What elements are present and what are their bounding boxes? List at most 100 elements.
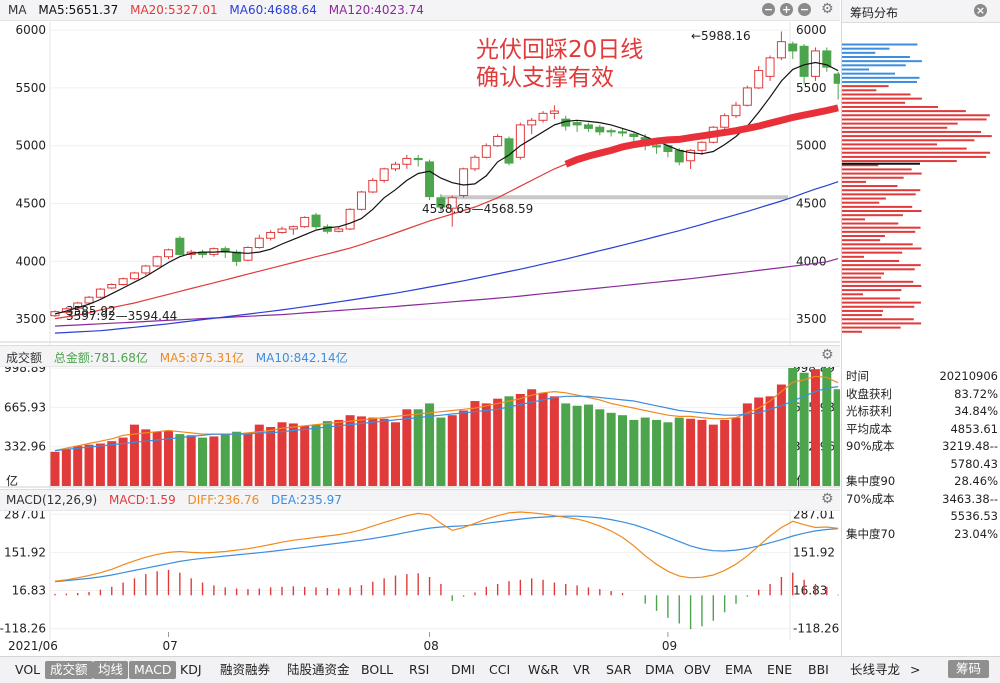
annotation-text: 光伏回踩20日线 确认支撑有效: [476, 36, 643, 92]
candle-body: [425, 161, 435, 198]
volume-bar: [754, 397, 764, 486]
volume-bar: [470, 401, 480, 486]
chip-bar: [842, 185, 898, 188]
tab-5[interactable]: 融资融券: [215, 661, 275, 679]
candle-body: [402, 157, 412, 165]
tab-15[interactable]: OBV: [679, 661, 716, 679]
volume-bar: [515, 393, 525, 486]
volume-bar: [810, 369, 820, 486]
candle-body: [107, 283, 117, 289]
macd-tick-left: -118.26: [0, 622, 46, 636]
tab-20[interactable]: >: [905, 661, 925, 679]
chip-bar: [842, 176, 904, 179]
volume-bar: [538, 392, 548, 486]
candle-body: [481, 145, 491, 158]
tab-9[interactable]: DMI: [446, 661, 480, 679]
volume-bar: [527, 389, 537, 486]
candle-body: [697, 141, 707, 151]
candle-body: [470, 156, 480, 170]
price-tick-right: 5500: [796, 81, 827, 95]
volume-settings-gear-icon[interactable]: ⚙: [821, 347, 834, 363]
candle-body: [334, 228, 344, 232]
macd-settings-gear-icon[interactable]: ⚙: [821, 491, 834, 507]
volume-bar: [50, 451, 60, 486]
price-tick-left: 3500: [15, 312, 46, 326]
candle-body: [618, 131, 627, 134]
tab-14[interactable]: DMA: [640, 661, 679, 679]
chip-bar: [842, 93, 911, 96]
chip-bar: [842, 143, 938, 146]
side-stat-key: 集中度90: [846, 474, 896, 488]
price-tick-right: 4000: [796, 254, 827, 268]
volume-bar: [379, 418, 389, 486]
tab-8[interactable]: RSI: [404, 661, 434, 679]
chip-bar: [842, 230, 916, 233]
chip-bar: [842, 297, 900, 300]
volume-bar: [686, 418, 696, 486]
chip-bar: [842, 110, 966, 113]
candle-body: [720, 115, 730, 128]
side-stat-key: 平均成本: [846, 421, 892, 436]
price-tick-left: 5000: [15, 139, 46, 153]
chip-bar: [842, 322, 922, 325]
chart-area: MA MA5:5651.37 MA20:5327.01 MA60:4688.64…: [0, 0, 840, 656]
diff-value: DIFF:236.76: [187, 493, 260, 507]
ma5-line: [54, 61, 839, 315]
candle-body: [652, 145, 662, 148]
side-stat-row: 集中度90 28.46%: [846, 473, 998, 490]
volume-bar: [186, 435, 196, 486]
side-stat-value: 20210906: [939, 369, 998, 383]
chip-bar: [842, 43, 918, 46]
candle-body: [413, 157, 423, 161]
candle-body: [300, 216, 310, 228]
chip-distribution-chart: [842, 43, 992, 333]
tab-12[interactable]: VR: [568, 661, 595, 679]
tab-6[interactable]: 陆股通资金: [282, 661, 355, 679]
volume-tick-left: 332.96: [4, 440, 46, 454]
volume-bar: [402, 409, 412, 486]
volume-bar: [788, 368, 798, 486]
chip-bar: [842, 151, 991, 154]
tab-3[interactable]: MACD: [129, 661, 177, 679]
tab-17[interactable]: ENE: [762, 661, 797, 679]
candle-body: [629, 133, 639, 137]
candle-body: [266, 231, 276, 239]
tab-2[interactable]: 均线: [93, 661, 129, 679]
tab-11[interactable]: W&R: [523, 661, 564, 679]
chip-tab[interactable]: 筹码: [948, 660, 990, 678]
price-tick-left: 4000: [15, 254, 46, 268]
chip-bar: [842, 172, 922, 175]
chip-bar: [842, 89, 877, 92]
side-close-icon[interactable]: ×: [974, 4, 987, 17]
candle-body: [595, 126, 605, 133]
chip-bar: [842, 280, 914, 283]
chip-bar: [842, 218, 866, 221]
tab-18[interactable]: BBI: [803, 661, 834, 679]
candle-body: [84, 296, 94, 304]
chip-bar: [842, 72, 895, 75]
chip-bar: [842, 80, 917, 83]
side-stat-value: 3463.38--: [942, 491, 998, 506]
chip-distribution-panel: 筹码分布 × 时间 20210906 收盘获利 83.72% 光标获利 34.84% 平均成…: [841, 0, 1000, 656]
tab-7[interactable]: BOLL: [356, 661, 398, 679]
date-label: 09: [662, 639, 677, 653]
chip-bar: [842, 114, 990, 117]
chip-bar: [842, 55, 910, 58]
tab-10[interactable]: CCI: [484, 661, 515, 679]
tab-0[interactable]: VOL: [10, 661, 45, 679]
side-title: 筹码分布: [850, 6, 899, 20]
tab-16[interactable]: EMA: [720, 661, 757, 679]
chip-bar: [842, 118, 987, 121]
chip-bar: [842, 293, 864, 296]
volume-bar: [504, 396, 514, 486]
candle-body: [379, 168, 389, 181]
chip-bar: [842, 147, 967, 150]
side-stat-key: 时间: [846, 369, 869, 383]
tab-19[interactable]: 长线寻龙: [845, 661, 905, 679]
chip-bar: [842, 130, 982, 133]
tab-4[interactable]: KDJ: [175, 661, 207, 679]
candle-body: [754, 70, 764, 89]
tab-1[interactable]: 成交额: [45, 661, 93, 679]
macd-value: MACD:1.59: [108, 493, 176, 507]
tab-13[interactable]: SAR: [601, 661, 636, 679]
